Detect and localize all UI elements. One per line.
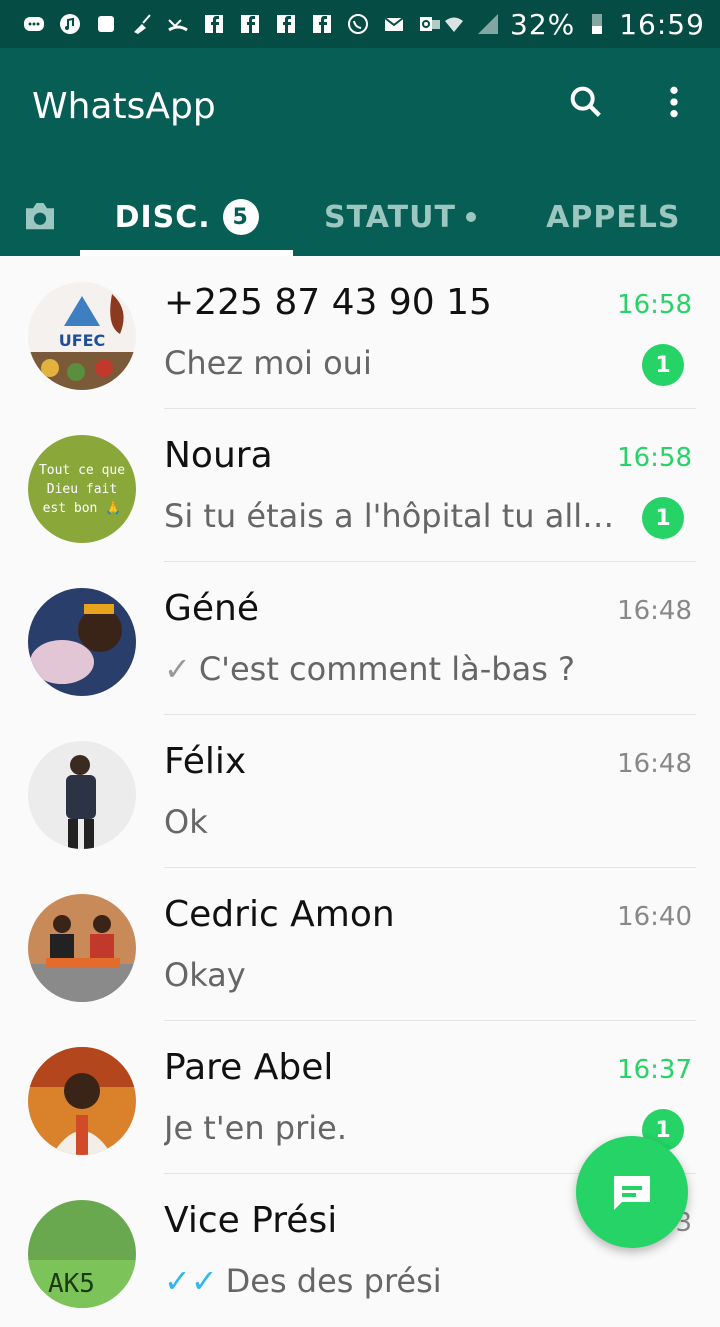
chat-time: 16:48	[617, 596, 692, 626]
chat-name: Vice Prési	[164, 1200, 338, 1241]
app-title: WhatsApp	[32, 86, 216, 127]
facebook-icon	[274, 12, 298, 36]
chat-name: Noura	[164, 435, 273, 476]
broom-icon	[130, 12, 154, 36]
chat-name: Géné	[164, 588, 260, 629]
chat-time: 16:40	[617, 902, 692, 932]
new-chat-button[interactable]	[576, 1136, 688, 1248]
notification-icons	[22, 12, 442, 36]
chat-bubble-icon	[22, 12, 46, 36]
facebook-icon	[202, 12, 226, 36]
whatsapp-icon	[346, 12, 370, 36]
camera-tab[interactable]	[0, 196, 80, 238]
avatar: Tout ce que Dieu fait est bon 🙏	[28, 435, 136, 543]
message-icon	[614, 1176, 650, 1210]
camera-icon	[26, 203, 54, 230]
avatar-text: Tout ce que Dieu fait est bon 🙏	[28, 435, 136, 543]
facebook-icon	[310, 12, 334, 36]
status-right: 32% 16:59	[442, 8, 705, 41]
app-bar: WhatsApp DISC. 5 STATUT APPELS	[0, 48, 720, 256]
chat-preview: Ok	[164, 803, 208, 841]
email-icon	[382, 12, 406, 36]
tab-calls-label: APPELS	[546, 199, 681, 235]
music-icon	[58, 12, 82, 36]
sent-tick-icon: ✓	[164, 650, 191, 688]
avatar-text: UFEC	[59, 331, 106, 350]
chat-row[interactable]: Tout ce que Dieu fait est bon 🙏 Noura Si…	[0, 409, 720, 562]
facebook-icon	[238, 12, 262, 36]
avatar-text: AK5	[48, 1269, 95, 1299]
app-icon	[94, 12, 118, 36]
chat-preview: Chez moi oui	[164, 344, 372, 382]
chat-time: 16:37	[617, 1055, 692, 1085]
chat-row[interactable]: Félix Ok 16:48	[0, 715, 720, 868]
read-tick-icon: ✓✓	[164, 1262, 218, 1300]
chat-time: 16:58	[617, 443, 692, 473]
chat-preview: Si tu étais a l'hôpital tu allai...	[164, 497, 619, 535]
tab-status-label: STATUT	[324, 199, 456, 235]
unread-badge: 1	[642, 497, 684, 539]
chat-preview: Je t'en prie.	[164, 1109, 347, 1147]
clock: 16:59	[619, 7, 705, 41]
avatar: UFEC	[28, 282, 136, 390]
avatar	[28, 741, 136, 849]
chat-row[interactable]: Géné ✓ C'est comment là-bas ? 16:48	[0, 562, 720, 715]
tab-status-dot	[465, 212, 476, 222]
battery-icon	[585, 12, 609, 36]
battery-percent: 32%	[510, 7, 576, 41]
chat-name: Pare Abel	[164, 1047, 334, 1088]
avatar	[28, 894, 136, 1002]
chat-row[interactable]: UFEC +225 87 43 90 15 Chez moi oui 16:58…	[0, 256, 720, 409]
chat-name: +225 87 43 90 15	[164, 282, 492, 323]
chat-preview: ✓ C'est comment là-bas ?	[164, 650, 576, 688]
tab-status[interactable]: STATUT	[293, 178, 506, 256]
chat-preview: ✓✓ Des des prési	[164, 1262, 442, 1300]
avatar	[28, 1047, 136, 1155]
chat-time: 16:58	[617, 290, 692, 320]
signal-icon	[476, 12, 500, 36]
tab-calls[interactable]: APPELS	[507, 178, 720, 256]
wifi-icon	[442, 12, 466, 36]
chat-time: 16:48	[617, 749, 692, 779]
chat-row[interactable]: Cedric Amon Okay 16:40	[0, 868, 720, 1021]
chat-name: Félix	[164, 741, 247, 782]
avatar: AK5	[28, 1200, 136, 1308]
app-actions	[566, 82, 694, 126]
status-bar: 32% 16:59	[0, 0, 720, 48]
tab-bar: DISC. 5 STATUT APPELS	[0, 178, 720, 256]
search-icon[interactable]	[566, 82, 606, 126]
missed-call-icon	[166, 12, 190, 36]
tab-chats-badge: 5	[222, 199, 259, 235]
chat-name: Cedric Amon	[164, 894, 395, 935]
tab-chats-label: DISC.	[114, 199, 211, 235]
outlook-icon	[418, 12, 442, 36]
chat-preview: Okay	[164, 956, 246, 994]
unread-badge: 1	[642, 344, 684, 386]
more-vert-icon[interactable]	[654, 82, 694, 126]
avatar	[28, 588, 136, 696]
tab-chats[interactable]: DISC. 5	[80, 178, 294, 256]
